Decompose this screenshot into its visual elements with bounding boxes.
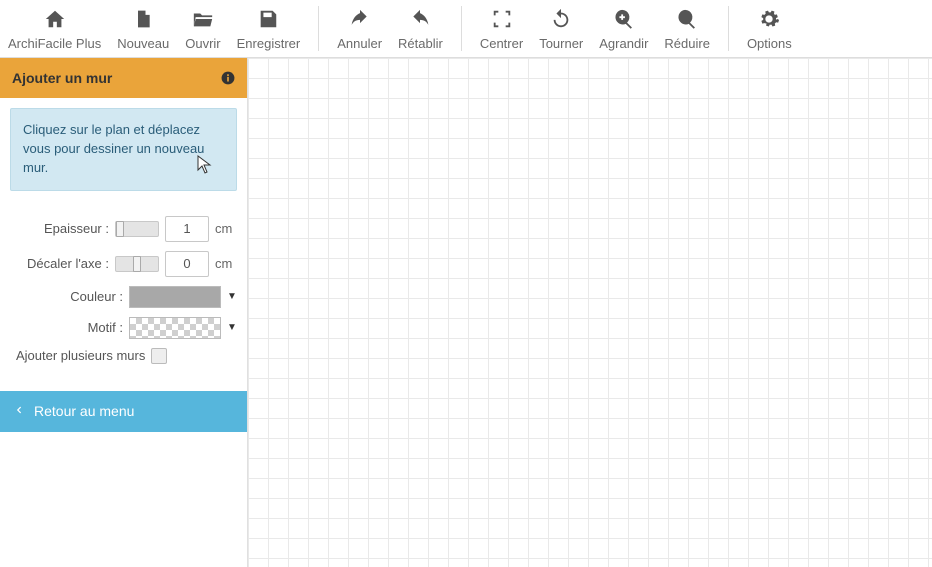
decaler-label: Décaler l'axe : xyxy=(10,256,109,271)
new-file-icon xyxy=(133,6,153,32)
agrandir-label: Agrandir xyxy=(599,36,648,51)
archifacile-plus-label: ArchiFacile Plus xyxy=(8,36,101,51)
rotate-icon xyxy=(550,6,572,32)
motif-label: Motif : xyxy=(10,320,123,335)
motif-dropdown-caret[interactable]: ▼ xyxy=(227,322,237,333)
epaisseur-unit: cm xyxy=(215,221,237,236)
couleur-dropdown-caret[interactable]: ▼ xyxy=(227,291,237,302)
tourner-button[interactable]: Tourner xyxy=(531,4,591,51)
panel-title: Ajouter un mur xyxy=(12,70,112,86)
ouvrir-button[interactable]: Ouvrir xyxy=(177,4,228,51)
epaisseur-input[interactable] xyxy=(165,216,209,242)
annuler-button[interactable]: Annuler xyxy=(329,4,390,51)
enregistrer-button[interactable]: Enregistrer xyxy=(229,4,309,51)
centrer-button[interactable]: Centrer xyxy=(472,4,531,51)
reduire-button[interactable]: Réduire xyxy=(656,4,718,51)
enregistrer-label: Enregistrer xyxy=(237,36,301,51)
toolbar-separator xyxy=(318,6,319,51)
home-icon xyxy=(44,6,66,32)
retablir-label: Rétablir xyxy=(398,36,443,51)
chevron-left-icon xyxy=(14,403,24,420)
multi-checkbox[interactable] xyxy=(151,348,167,364)
options-label: Options xyxy=(747,36,792,51)
hint-alert: Cliquez sur le plan et déplacez vous pou… xyxy=(10,108,237,191)
save-icon xyxy=(257,6,279,32)
options-button[interactable]: Options xyxy=(739,4,800,51)
decaler-input[interactable] xyxy=(165,251,209,277)
motif-swatch[interactable] xyxy=(129,317,221,339)
tourner-label: Tourner xyxy=(539,36,583,51)
wall-form: Epaisseur : cm Décaler l'axe : cm Couleu… xyxy=(0,201,247,377)
open-folder-icon xyxy=(191,6,215,32)
panel-header: Ajouter un mur xyxy=(0,58,247,98)
undo-icon xyxy=(349,6,371,32)
reduire-label: Réduire xyxy=(664,36,710,51)
decaler-unit: cm xyxy=(215,256,237,271)
ouvrir-label: Ouvrir xyxy=(185,36,220,51)
drawing-canvas[interactable] xyxy=(248,58,932,567)
couleur-label: Couleur : xyxy=(10,289,123,304)
archifacile-plus-button[interactable]: ArchiFacile Plus xyxy=(0,4,109,51)
zoom-in-icon xyxy=(613,6,635,32)
redo-icon xyxy=(409,6,431,32)
epaisseur-slider[interactable] xyxy=(115,221,159,237)
couleur-swatch[interactable] xyxy=(129,286,221,308)
nouveau-label: Nouveau xyxy=(117,36,169,51)
toolbar-separator xyxy=(461,6,462,51)
zoom-out-icon xyxy=(676,6,698,32)
multi-label: Ajouter plusieurs murs xyxy=(16,348,145,363)
nouveau-button[interactable]: Nouveau xyxy=(109,4,177,51)
decaler-slider[interactable] xyxy=(115,256,159,272)
return-button[interactable]: Retour au menu xyxy=(0,391,247,432)
toolbar-separator xyxy=(728,6,729,51)
annuler-label: Annuler xyxy=(337,36,382,51)
return-label: Retour au menu xyxy=(34,403,134,419)
retablir-button[interactable]: Rétablir xyxy=(390,4,451,51)
toolbar: ArchiFacile Plus Nouveau Ouvrir Enregist… xyxy=(0,0,932,58)
agrandir-button[interactable]: Agrandir xyxy=(591,4,656,51)
center-icon xyxy=(491,6,513,32)
centrer-label: Centrer xyxy=(480,36,523,51)
gear-icon xyxy=(758,6,780,32)
epaisseur-label: Epaisseur : xyxy=(10,221,109,236)
canvas-grid xyxy=(248,58,932,567)
info-icon[interactable] xyxy=(221,71,235,85)
sidebar: Ajouter un mur Cliquez sur le plan et dé… xyxy=(0,58,248,567)
